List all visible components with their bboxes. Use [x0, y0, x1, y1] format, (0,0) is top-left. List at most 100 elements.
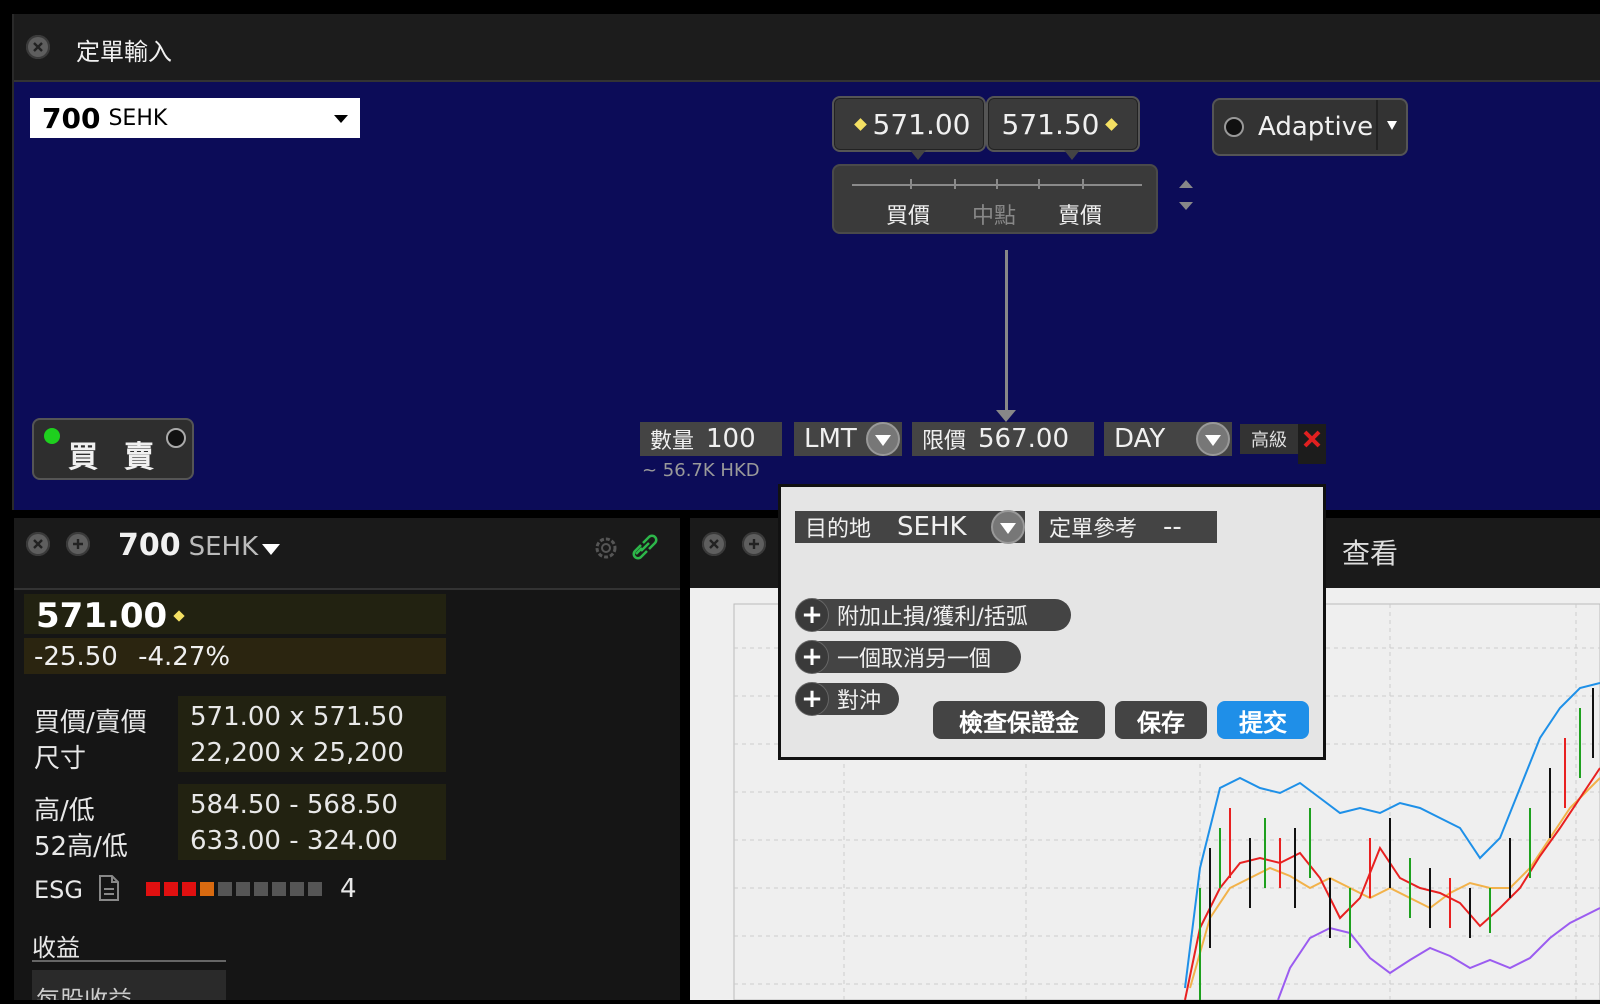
chevron-down-icon[interactable]	[866, 422, 900, 456]
destination-value: SEHK	[897, 512, 967, 542]
chevron-down-icon[interactable]	[334, 115, 348, 123]
esg-label: ESG	[34, 876, 83, 904]
last-price: 571.00	[36, 596, 191, 636]
slider-mid-label[interactable]: 中點	[972, 198, 1016, 230]
attach-bracket-button[interactable]: + 附加止損/獲利/括弧	[795, 598, 1071, 632]
order-ref-label: 定單參考	[1049, 517, 1138, 542]
gear-icon[interactable]	[592, 534, 620, 566]
link-icon[interactable]	[630, 532, 660, 566]
slider-tick	[954, 179, 956, 189]
chevron-down-icon[interactable]	[262, 544, 281, 555]
close-panel-icon[interactable]	[26, 532, 50, 556]
arrow-down-icon	[996, 410, 1016, 422]
price-slider[interactable]: 買價 中點 賣價	[832, 164, 1158, 234]
oco-button[interactable]: + 一個取消另一個	[795, 640, 1021, 674]
high-low-52-label: 52高/低	[34, 832, 128, 862]
quote-exchange: SEHK	[188, 532, 259, 562]
buy-button[interactable]: 買	[68, 432, 98, 476]
advanced-tab[interactable]: 高級	[1240, 424, 1298, 454]
chevron-down-icon[interactable]	[1376, 100, 1406, 150]
plus-icon: +	[795, 598, 829, 632]
slider-tick	[996, 179, 998, 189]
sell-button[interactable]: 賣	[124, 432, 154, 476]
eps-label: 每股收益	[36, 986, 132, 1000]
high-low-value: 584.50 - 568.50	[190, 790, 398, 820]
submit-button[interactable]: 提交	[1217, 701, 1309, 739]
slider-tick	[910, 179, 912, 189]
bid-price-label: 571.00	[872, 107, 971, 141]
save-button[interactable]: 保存	[1115, 701, 1207, 739]
flow-arrow-line	[1005, 250, 1008, 414]
notional-value: ~ 56.7K HKD	[642, 460, 760, 481]
check-margin-button[interactable]: 檢查保證金	[933, 701, 1105, 739]
quote-panel: 700 SEHK 571.00 -25.50 -4.27% 買價/賣價 571.…	[14, 518, 680, 1000]
close-advanced-icon[interactable]	[1298, 424, 1326, 464]
esg-cell	[164, 882, 178, 896]
quote-symbol-selector[interactable]: 700 SEHK	[118, 528, 281, 563]
ask-price-label: 571.50	[1001, 107, 1100, 141]
order-type-select[interactable]: LMT	[794, 422, 902, 456]
order-titlebar: 定單輸入	[14, 14, 1600, 82]
buy-sell-toggle[interactable]: 買 賣	[32, 418, 194, 480]
limit-price-field[interactable]: 限價 567.00	[912, 422, 1094, 456]
document-icon[interactable]	[98, 874, 120, 906]
symbol-selector[interactable]: 700 SEHK	[30, 98, 360, 138]
chevron-down-icon[interactable]	[991, 510, 1025, 544]
divider	[32, 960, 226, 962]
earnings-label[interactable]: 收益	[32, 928, 80, 963]
quote-symbol: 700	[118, 528, 181, 563]
symbol-text: 700	[42, 101, 101, 135]
close-window-icon[interactable]	[26, 35, 50, 59]
tif-select[interactable]: DAY	[1104, 422, 1232, 456]
slider-track[interactable]	[852, 179, 1142, 189]
eps-row: 每股收益	[32, 970, 226, 1000]
advanced-order-popup: 目的地 SEHK 定單參考 -- + 附加止損/獲利/括弧 + 一個取消另一個 …	[778, 484, 1326, 760]
exchange-text: SEHK	[108, 105, 168, 131]
limit-price-label: 限價	[922, 429, 967, 454]
oco-label: 一個取消另一個	[837, 647, 992, 672]
buy-indicator-icon	[44, 428, 60, 444]
add-panel-icon[interactable]	[742, 532, 766, 556]
chevron-down-icon[interactable]	[1196, 422, 1230, 456]
esg-rating-bar	[146, 882, 322, 896]
quantity-value[interactable]: 100	[706, 424, 756, 454]
slider-stepper[interactable]	[1176, 176, 1196, 220]
limit-price-value[interactable]: 567.00	[978, 424, 1069, 454]
radio-icon[interactable]	[1224, 117, 1244, 137]
close-panel-icon[interactable]	[702, 532, 726, 556]
high-low-52-value: 633.00 - 324.00	[190, 826, 398, 856]
window-title: 定單輸入	[76, 38, 172, 66]
pointer-icon	[910, 150, 926, 160]
hedge-label: 對沖	[837, 689, 882, 714]
view-menu[interactable]: 查看	[1342, 532, 1398, 572]
bid-ask-value: 571.00 x 571.50	[190, 702, 404, 732]
size-value: 22,200 x 25,200	[190, 738, 404, 768]
diamond-icon	[1105, 117, 1119, 131]
plus-icon: +	[795, 640, 829, 674]
hedge-button[interactable]: + 對沖	[795, 682, 899, 716]
order-type-value: LMT	[804, 424, 857, 454]
quantity-label: 數量	[650, 429, 695, 454]
esg-cell	[236, 882, 250, 896]
last-price-value: 571.00	[36, 596, 168, 636]
up-down-arrows-icon	[1179, 180, 1193, 210]
change-row: -25.50 -4.27%	[34, 642, 230, 672]
order-ref-value[interactable]: --	[1163, 512, 1182, 542]
destination-select[interactable]: 目的地 SEHK	[795, 510, 1025, 544]
sell-indicator-icon	[166, 428, 186, 448]
destination-label: 目的地	[805, 517, 872, 542]
add-panel-icon[interactable]	[66, 532, 90, 556]
high-low-label: 高/低	[34, 796, 95, 826]
diamond-icon	[173, 610, 185, 622]
bid-price-button[interactable]: 571.00	[832, 96, 986, 160]
ask-price-button[interactable]: 571.50	[986, 96, 1140, 160]
slider-bid-label[interactable]: 買價	[886, 198, 930, 230]
algo-selector[interactable]: Adaptive	[1212, 98, 1408, 156]
bid-ask-label: 買價/賣價	[34, 708, 147, 738]
order-ref-field[interactable]: 定單參考 --	[1039, 511, 1217, 543]
esg-cell	[218, 882, 232, 896]
quantity-field[interactable]: 數量 100	[640, 422, 782, 456]
quote-header: 700 SEHK	[14, 518, 680, 590]
esg-cell	[308, 882, 322, 896]
slider-ask-label[interactable]: 賣價	[1058, 198, 1102, 230]
